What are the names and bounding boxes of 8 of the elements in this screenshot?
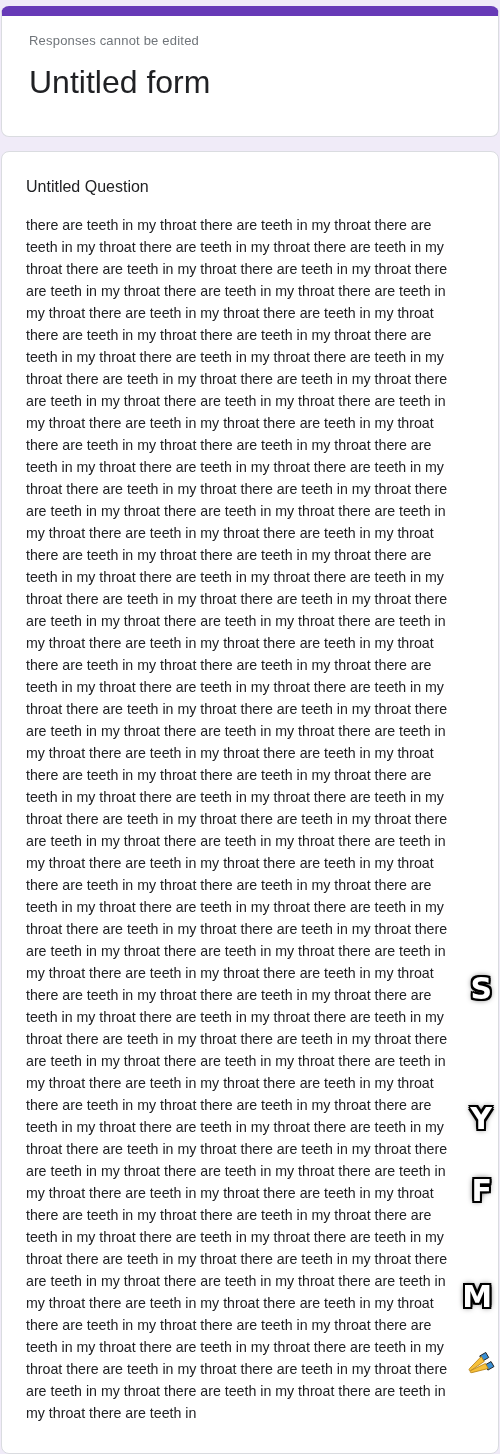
form-notice: Responses cannot be edited	[29, 33, 200, 48]
meme-letter: F	[471, 1174, 492, 1208]
meme-letter: S	[470, 972, 492, 1006]
form-title: Untitled form	[29, 63, 212, 102]
meme-letter: Y	[470, 1102, 492, 1136]
meme-letter: M	[462, 1280, 492, 1314]
question-title: Untitled Question	[26, 178, 150, 196]
answer-text: there are teeth in my throat there are teeth in my throat there are teeth in my throat there are teeth in my throat there are teeth in my throat there are teeth in my throat there are teeth in my throat there are teeth in my throat there are teeth in my throat there are teeth in my throat there are teeth in my throat there are teeth in my throat there are teeth in my throat there are teeth in my throat there are teeth in my throat there are teeth in my throat there are teeth in my throat there are teeth in my throat there are teeth in my throat there are teeth in my throat there are teeth in my throat there are teeth in my throat there are teeth in my throat there are teeth in my throat there are teeth in my throat there are teeth in my throat there are teeth in my throat there are teeth in my throat there are teeth in my throat there are teeth in my throat there are teeth in my throat there are teeth in my throat there are teeth in my throat there are teeth in my throat there are teeth in my throat there are teeth in my throat there are teeth in my throat there are teeth in my throat there are teeth in my throat there are teeth in my throat there are teeth in my throat there are teeth in my throat there are teeth in my throat there are teeth in my throat there are teeth in my throat there are teeth in my throat there are teeth in my throat there are teeth in my throat there are teeth in my throat there are teeth in my throat there are teeth in my throat there are teeth in my throat there are teeth in my throat there are teeth in my throat there are teeth in my throat there are teeth in my throat there are teeth in my throat there are teeth in my throat there are teeth in my throat there are teeth in my throat there are teeth in my throat there are teeth in my throat there are teeth in my throat there are teeth in my throat there are teeth in my throat there are teeth in my throat there are teeth in my throat there are teeth in my throat there are teeth in my throat there are teeth in my throat there are teeth in my throat there are teeth in my throat there are teeth in my throat there are teeth in my throat there are teeth in my throat there are teeth in my throat there are teeth in my throat there are teeth in my throat there are teeth in my throat there are teeth in my throat there are teeth in my throat there are teeth in my throat there are teeth in my throat there are teeth in my throat there are teeth in my throat there are teeth in my throat there are teeth in my throat there are teeth in my throat there are teeth in my throat there are teeth in my throat there are teeth in my throat there are teeth in my throat there are teeth in my throat there are teeth in my throat there are teeth in my throat there are teeth in my throat there are teeth in my throat there are teeth in my throat there are teeth in my throat there are teeth in my throat there are teeth in my throat there are teeth in my throat there are teeth in my throat there are teeth in my throat there are teeth in my throat there are teeth in my throat there are teeth in my throat there are teeth in my throat there are teeth in my throat there are teeth in my throat there are teeth in my throat there are teeth in my throat there are teeth in my throat there are teeth in my throat there are teeth in my throat there are teeth in my throat there are teeth in my throat there are teeth in my throat there are teeth in my throat there are teeth in my throat there are teeth in my throat there are teeth in my throat there are teeth in my throat there are teeth in my throat there are teeth in my throat there are teeth in my throat there are teeth in my throat there are teeth in my throat there are teeth in my throat there are teeth in my throat there are teeth in	[26, 216, 449, 1423]
